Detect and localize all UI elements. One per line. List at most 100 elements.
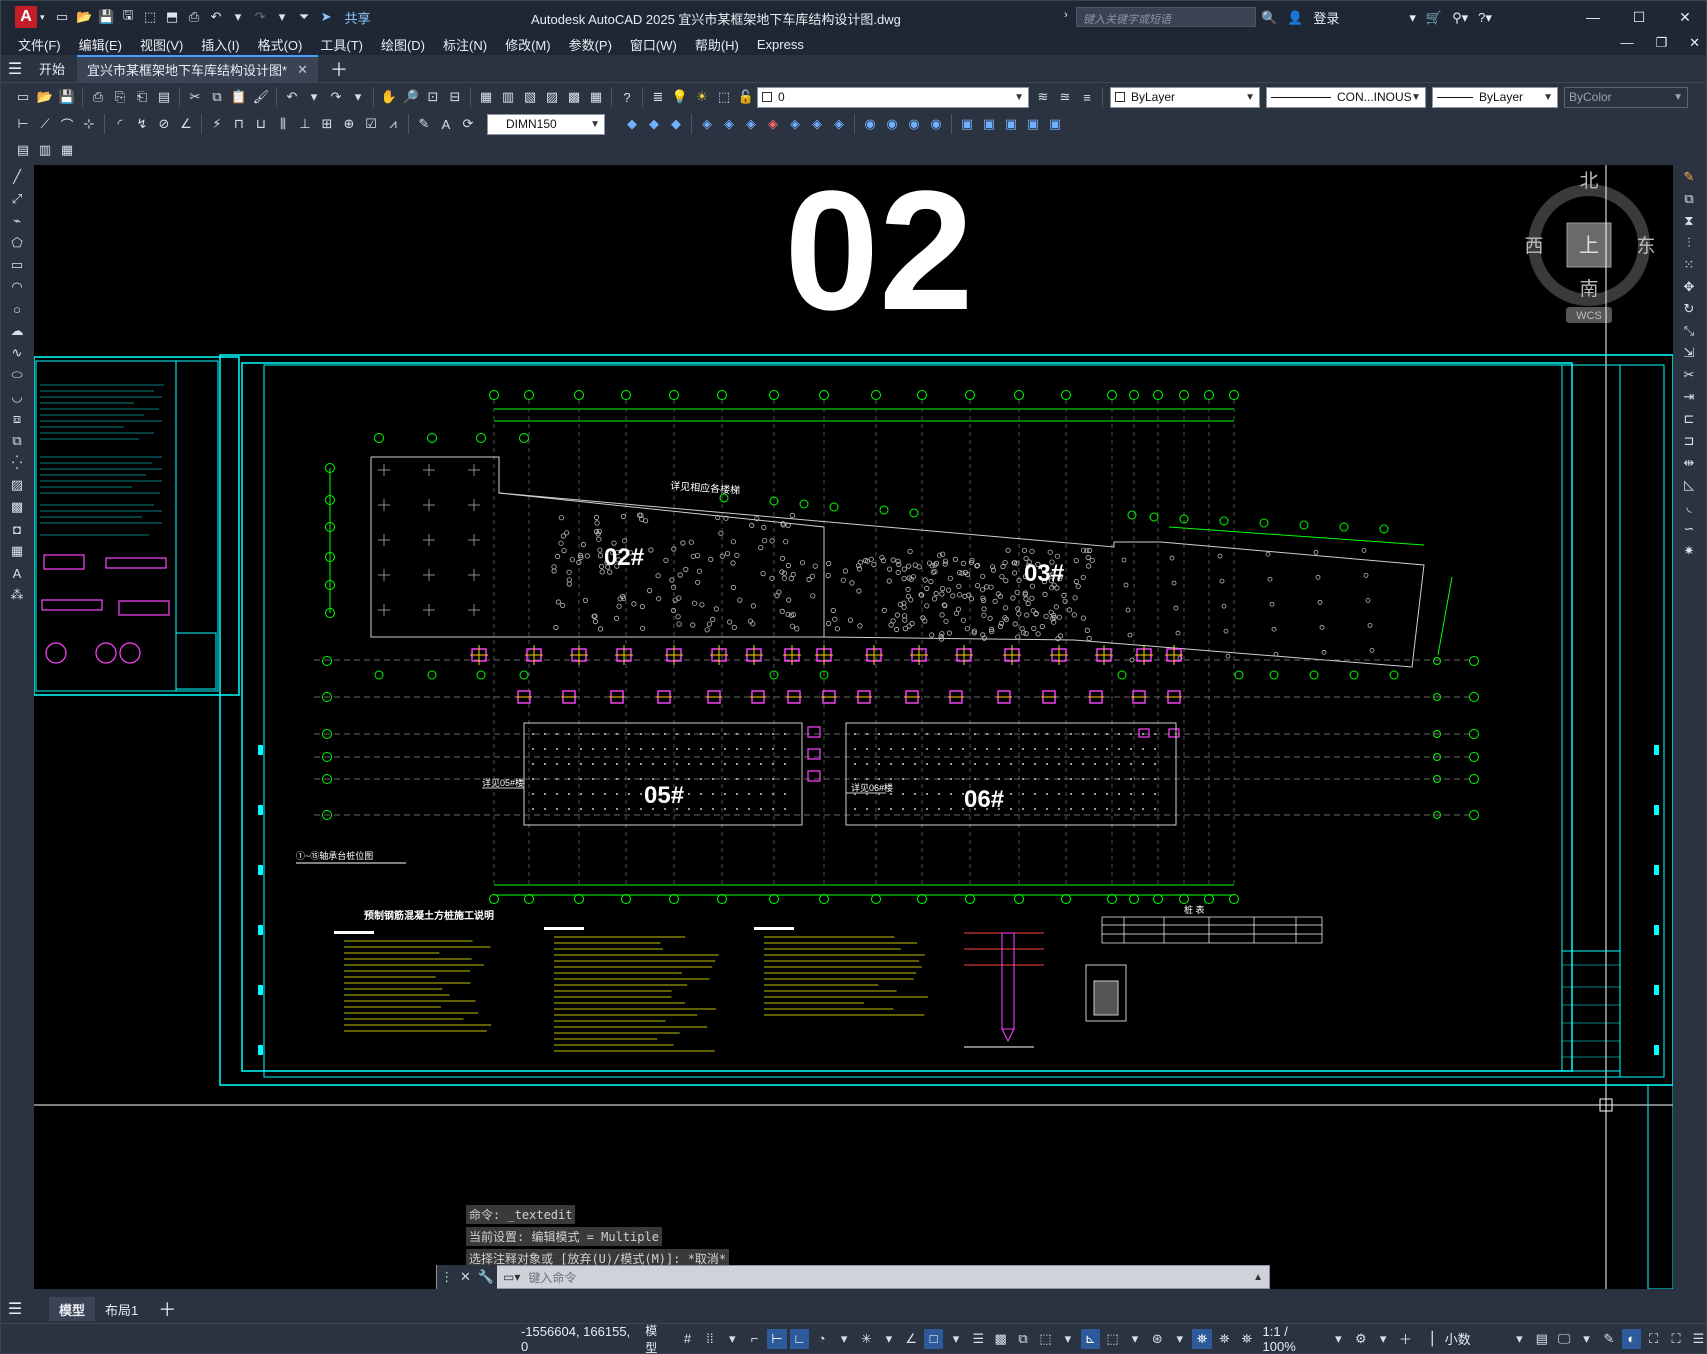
new-tab-button[interactable]: ＋ <box>330 56 348 82</box>
mtext-icon[interactable]: A <box>6 563 28 583</box>
make-block-icon[interactable]: ⧉ <box>6 431 28 451</box>
copy-object-icon[interactable]: ⧉ <box>1678 189 1700 209</box>
minimize-button[interactable]: — <box>1570 1 1616 33</box>
dimstyle-dropdown[interactable]: DIMN150 ▼ <box>487 113 605 135</box>
sheet-set-icon[interactable]: ▨ <box>542 87 562 107</box>
login-label[interactable]: 登录 <box>1313 8 1339 27</box>
construction-line-icon[interactable]: ⤢ <box>6 189 28 209</box>
undo-dropdown-icon[interactable]: ▾ <box>229 8 248 27</box>
spline-icon[interactable]: ∿ <box>6 343 28 363</box>
quick-properties-icon[interactable]: ▤ <box>1532 1329 1551 1349</box>
workspace-dropdown-icon[interactable]: ▾ <box>1373 1329 1392 1349</box>
statusbar-menu-icon[interactable]: ☰ <box>1689 1329 1706 1349</box>
3d-osnap-icon[interactable]: ⬚ <box>1036 1329 1055 1349</box>
3d-osnap-dropdown-icon[interactable]: ▾ <box>1058 1329 1077 1349</box>
pan-icon[interactable]: ✋ <box>379 87 399 107</box>
scale-icon[interactable]: ⤡ <box>1678 321 1700 341</box>
close-button[interactable]: ✕ <box>1662 1 1706 33</box>
help-icon[interactable]: ?▾ <box>1478 10 1492 26</box>
undo-icon[interactable]: ↶ <box>207 8 226 27</box>
undo-icon[interactable]: ↶ <box>282 87 302 107</box>
auto-scale-icon[interactable]: ⛯ <box>1215 1329 1234 1349</box>
open-icon[interactable]: 📂 <box>75 8 94 27</box>
object-snap-icon[interactable]: □ <box>923 1328 944 1349</box>
layer-viewport-icon[interactable]: ⬚ <box>714 87 734 107</box>
dim-aligned-icon[interactable]: ⟋ <box>35 114 55 134</box>
tab-close-icon[interactable]: ✕ <box>297 62 308 78</box>
join-icon[interactable]: ⇹ <box>1678 453 1700 473</box>
tool-3d-m-icon[interactable]: ◉ <box>904 114 924 134</box>
selection-cycling-icon[interactable]: ⧉ <box>1013 1329 1032 1349</box>
login-dropdown-icon[interactable]: ▾ <box>1409 10 1416 26</box>
dim-angular-icon[interactable]: ∠ <box>176 114 196 134</box>
hatch-icon[interactable]: ▨ <box>6 475 28 495</box>
infer-constraints-icon[interactable]: ⌐ <box>745 1329 764 1349</box>
polygon-icon[interactable]: ⬠ <box>6 233 28 253</box>
layout-menu-icon[interactable]: ☰ <box>1 1299 29 1319</box>
tool-3d-p-icon[interactable]: ▣ <box>979 114 999 134</box>
undo-dropdown-icon[interactable]: ▾ <box>304 87 324 107</box>
line-icon[interactable]: ╱ <box>6 167 28 187</box>
properties-icon[interactable]: ▦ <box>476 87 496 107</box>
lineweight-icon[interactable]: ☰ <box>969 1329 988 1349</box>
tool-3d-q-icon[interactable]: ▣ <box>1001 114 1021 134</box>
menu-modify[interactable]: 修改(M) <box>496 35 560 54</box>
tool-3d-a-icon[interactable]: ◆ <box>622 114 642 134</box>
menu-insert[interactable]: 插入(I) <box>192 35 248 54</box>
redo-dropdown-icon[interactable]: ▾ <box>273 8 292 27</box>
user-icon[interactable]: 👤 <box>1287 10 1303 26</box>
snap-dropdown-icon[interactable]: ▾ <box>723 1329 742 1349</box>
zoom-realtime-icon[interactable]: 🔎 <box>401 87 421 107</box>
tolerance-icon[interactable]: ⊞ <box>317 114 337 134</box>
move-icon[interactable]: ✥ <box>1678 277 1700 297</box>
object-snap-tracking-icon[interactable]: ∠ <box>902 1329 921 1349</box>
menu-file[interactable]: 文件(F) <box>9 35 70 54</box>
share-label[interactable]: 共享 <box>345 8 371 27</box>
new-layout-button[interactable]: ＋ <box>158 1296 176 1322</box>
rectangle-icon[interactable]: ▭ <box>6 255 28 275</box>
explode-icon[interactable]: ✷ <box>1678 541 1700 561</box>
offset-icon[interactable]: ⫶ <box>1678 233 1700 253</box>
gizmo-dropdown-icon[interactable]: ▾ <box>1170 1329 1189 1349</box>
extend-icon[interactable]: ⇥ <box>1678 387 1700 407</box>
lock-ui-dropdown-icon[interactable]: ▾ <box>1577 1329 1596 1349</box>
make-current-layer-icon[interactable]: ≋ <box>1033 87 1053 107</box>
tool-palettes-icon[interactable]: ▧ <box>520 87 540 107</box>
insert-block-icon[interactable]: ⧈ <box>6 409 28 429</box>
extra-tool-b-icon[interactable]: ▥ <box>35 140 55 160</box>
export-pdf-icon[interactable]: ▤ <box>154 87 174 107</box>
snap-icon[interactable]: ⁞⁞ <box>700 1329 719 1349</box>
tab-layout1[interactable]: 布局1 <box>95 1297 148 1321</box>
dim-text-edit-icon[interactable]: A <box>436 114 456 134</box>
stretch-icon[interactable]: ⇲ <box>1678 343 1700 363</box>
dim-space-icon[interactable]: ⫼ <box>273 114 293 134</box>
annotation-scale-icon[interactable]: ⛯ <box>1237 1329 1256 1349</box>
new-icon[interactable]: ▭ <box>13 87 33 107</box>
color-dropdown[interactable]: ByLayer ▼ <box>1110 86 1260 108</box>
tool-3d-b-icon[interactable]: ◆ <box>644 114 664 134</box>
units-icon[interactable]: ▕ <box>1418 1329 1437 1349</box>
selection-filter-dropdown-icon[interactable]: ▾ <box>1125 1329 1144 1349</box>
redo-dropdown-icon[interactable]: ▾ <box>348 87 368 107</box>
tab-model[interactable]: 模型 <box>49 1297 96 1321</box>
doc-restore-button[interactable]: ❐ <box>1655 35 1667 51</box>
menu-tools[interactable]: 工具(T) <box>311 35 372 54</box>
break-at-point-icon[interactable]: ⊏ <box>1678 409 1700 429</box>
plot-icon[interactable]: ⎙ <box>185 8 204 27</box>
plot-preview-icon[interactable]: ⎘ <box>110 87 130 107</box>
layer-previous-icon[interactable]: ≊ <box>1055 87 1075 107</box>
new-icon[interactable]: ▭ <box>53 8 72 27</box>
tool-3d-j-icon[interactable]: ◈ <box>829 114 849 134</box>
recent-commands-icon[interactable]: ▲ <box>1253 1272 1263 1283</box>
dynamic-input-icon[interactable]: ⊢ <box>767 1328 787 1349</box>
open-icon[interactable]: 📂 <box>35 87 55 107</box>
command-input[interactable]: 键入命令 <box>520 1269 576 1286</box>
polyline-icon[interactable]: ⌁ <box>6 211 28 231</box>
tool-3d-d-icon[interactable]: ◈ <box>697 114 717 134</box>
menu-help[interactable]: 帮助(H) <box>686 35 748 54</box>
wrench-icon[interactable]: 🔧 <box>477 1269 493 1285</box>
viewcube-east[interactable]: 东 <box>1636 235 1655 257</box>
plot-icon[interactable]: ⎙ <box>88 87 108 107</box>
grip-icon[interactable]: ⋮ <box>440 1269 453 1285</box>
tool-3d-k-icon[interactable]: ◉ <box>860 114 880 134</box>
